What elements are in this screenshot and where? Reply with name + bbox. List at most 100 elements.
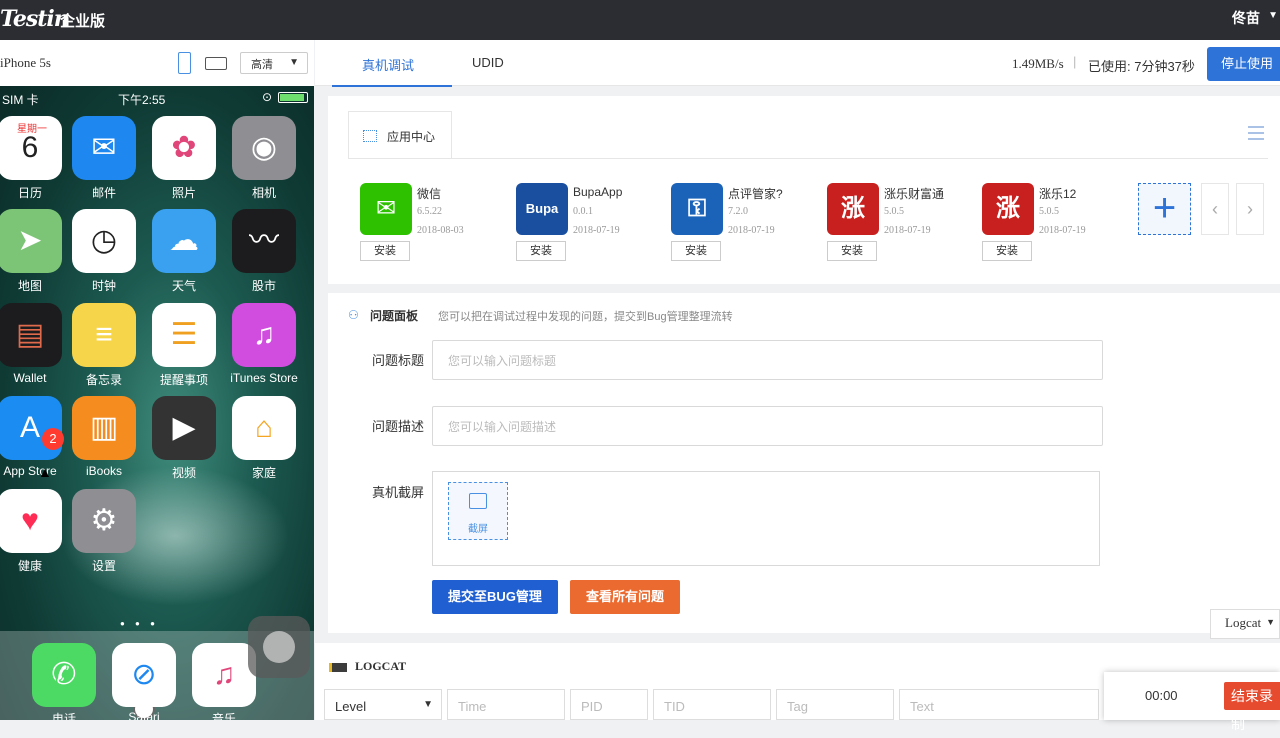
submit-bug-button[interactable]: 提交至BUG管理 <box>432 580 558 614</box>
main-tabs: 真机调试 UDID 1.49MB/s | 已使用: 7分钟37秒 停止使用 <box>315 40 1280 87</box>
recording-widget: 00:00 结束录制 <box>1104 672 1280 732</box>
app-glyph-icon: ⊘ <box>131 658 157 691</box>
chevron-down-icon[interactable]: ▼ <box>1268 10 1278 21</box>
tab-debug[interactable]: 真机调试 <box>331 55 453 87</box>
next-page-button[interactable]: › <box>1236 183 1264 235</box>
home-app-icon[interactable]: 〰 <box>232 209 296 273</box>
app-glyph-icon: ♥ <box>21 504 39 537</box>
screenshot-button[interactable]: 截屏 <box>448 482 508 540</box>
app-version: 6.5.22 <box>417 206 442 217</box>
home-app-icon[interactable]: ▥ <box>72 396 136 460</box>
time-filter-input[interactable]: Time <box>447 689 565 720</box>
tab-udid[interactable]: UDID <box>472 55 504 70</box>
install-button[interactable]: 安装 <box>360 241 410 261</box>
app-card: ✉ 微信 6.5.22 2018-08-03 安装 <box>360 183 510 263</box>
assistive-touch-button[interactable] <box>248 616 310 678</box>
logcat-title: LOGCAT <box>355 659 407 673</box>
app-date: 2018-07-19 <box>573 225 620 236</box>
app-glyph-icon: ➤ <box>17 224 43 257</box>
list-view-icon[interactable] <box>1248 126 1264 140</box>
page-dots: ● ● ● <box>120 619 159 628</box>
screenshot-label: 真机截屏 <box>372 485 425 500</box>
quality-value: 高清 <box>251 59 273 71</box>
issue-panel: ⚇ 问题面板 您可以把在调试过程中发现的问题，提交到Bug管理整理流转 问题标题… <box>328 293 1280 633</box>
home-app-icon[interactable]: ≡ <box>72 303 136 367</box>
end-recording-button[interactable]: 结束录制 <box>1224 682 1280 732</box>
app-name: 涨乐财富通 <box>884 187 945 201</box>
install-button[interactable]: 安装 <box>827 241 877 261</box>
app-glyph-icon: ♫ <box>252 318 276 351</box>
app-badge: 2 <box>42 428 64 450</box>
tag-filter-input[interactable]: Tag <box>776 689 894 720</box>
issue-title-label: 问题标题 <box>372 353 425 368</box>
app-glyph-icon: ♫ <box>212 658 236 691</box>
app-date: 2018-08-03 <box>417 225 464 236</box>
image-icon <box>469 493 487 509</box>
app-glyph-icon: ✿ <box>171 131 197 164</box>
app-center-label: 应用中心 <box>387 130 436 144</box>
device-name: iPhone 5s <box>0 55 51 70</box>
dock-app-icon[interactable]: ✆ <box>32 643 96 707</box>
calendar-weekday: 星期一 <box>17 124 47 135</box>
home-app-label: iTunes Store <box>230 371 298 385</box>
portrait-icon[interactable] <box>178 52 191 74</box>
home-app-icon[interactable]: ☁ <box>152 209 216 273</box>
app-glyph-icon: ≡ <box>95 318 113 351</box>
landscape-icon[interactable] <box>205 57 227 70</box>
stop-use-button[interactable]: 停止使用 <box>1207 47 1280 81</box>
home-app-icon[interactable]: ⚙ <box>72 489 136 553</box>
pid-filter-input[interactable]: PID <box>570 689 648 720</box>
user-name[interactable]: 佟苗 <box>1232 8 1260 28</box>
recording-time: 00:00 <box>1145 688 1178 703</box>
network-speed: 1.49MB/s <box>1012 56 1064 71</box>
home-app-icon[interactable]: ➤ <box>0 209 62 273</box>
home-app-icon[interactable]: ✿ <box>152 116 216 180</box>
add-app-button[interactable]: + <box>1138 183 1191 235</box>
install-button[interactable]: 安装 <box>516 241 566 261</box>
home-app-icon[interactable]: ♥ <box>0 489 62 553</box>
caret-down-icon: ▼ <box>1266 617 1275 627</box>
home-app-icon[interactable]: ✉ <box>72 116 136 180</box>
app-date: 2018-07-19 <box>1039 225 1086 236</box>
home-app-icon[interactable]: ☰ <box>152 303 216 367</box>
main-panel: 真机调试 UDID 1.49MB/s | 已使用: 7分钟37秒 停止使用 应用… <box>315 40 1280 720</box>
tab-app-center[interactable]: 应用中心 <box>348 111 452 159</box>
tid-filter-input[interactable]: TID <box>653 689 771 720</box>
install-button[interactable]: 安装 <box>982 241 1032 261</box>
issue-panel-title: 问题面板 <box>370 309 419 323</box>
home-app-label: 邮件 <box>91 186 116 200</box>
home-app-icon[interactable]: ◉ <box>232 116 296 180</box>
app-icon: 涨 <box>827 183 879 235</box>
app-glyph-icon: ◷ <box>90 224 118 257</box>
home-app-label: 照片 <box>171 186 196 200</box>
level-select[interactable]: Level ▼ <box>324 689 442 720</box>
app-glyph-icon: ▤ <box>15 318 45 351</box>
app-card: 涨涨乐财富通 5.0.5 2018-07-19 安装 <box>827 183 977 263</box>
home-app-label: 视频 <box>171 466 196 480</box>
caret-down-icon: ▼ <box>289 57 299 68</box>
status-time: 下午2:55 <box>118 93 166 107</box>
issue-desc-input[interactable]: 您可以输入问题描述 <box>432 406 1103 446</box>
home-app-icon[interactable]: ♫ <box>232 303 296 367</box>
app-glyph-icon: ☁ <box>169 224 199 257</box>
home-app-icon[interactable]: ▶ <box>152 396 216 460</box>
logcat-dropdown[interactable]: Logcat ▼ <box>1210 609 1280 639</box>
home-app-icon[interactable]: ◷ <box>72 209 136 273</box>
grid-icon <box>363 130 377 142</box>
quality-select[interactable]: 高清 ▼ <box>240 52 308 74</box>
install-button[interactable]: 安装 <box>671 241 721 261</box>
app-card: Bupa BupaApp 0.0.1 2018-07-19 安装 <box>516 183 666 263</box>
view-all-issues-button[interactable]: 查看所有问题 <box>570 580 680 614</box>
app-version: 0.0.1 <box>573 206 593 217</box>
device-screen[interactable]: SIM 卡 下午2:55 ⊙ ● ● ● 2 ▲ 6 日历 ✉ 邮件 ✿ 照片 ◉ 相机 ➤ 地图… <box>0 86 314 720</box>
app-version: 7.2.0 <box>728 206 748 217</box>
dock-app-icon[interactable]: ⊘ <box>112 643 176 707</box>
issue-title-input[interactable]: 您可以输入问题标题 <box>432 340 1103 380</box>
mouse-cursor-icon: ▲ <box>38 464 52 480</box>
app-card: 涨涨乐12 5.0.5 2018-07-19 安装 <box>982 183 1132 263</box>
prev-page-button[interactable]: ‹ <box>1201 183 1229 235</box>
home-app-icon[interactable]: ⌂ <box>232 396 296 460</box>
home-app-icon[interactable]: ▤ <box>0 303 62 367</box>
dock-app-icon[interactable]: ♫ <box>192 643 256 707</box>
text-filter-input[interactable]: Text <box>899 689 1099 720</box>
